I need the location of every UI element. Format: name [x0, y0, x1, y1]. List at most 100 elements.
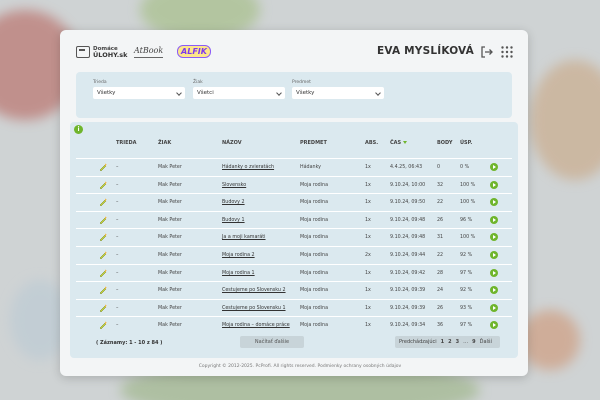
cell-nazov-link[interactable]: Slovensko: [222, 183, 246, 188]
alfik-logo[interactable]: ALFIK: [177, 41, 211, 61]
play-icon[interactable]: [490, 233, 498, 242]
ziak-select[interactable]: Všetci: [193, 87, 285, 99]
play-icon[interactable]: [490, 163, 498, 171]
cell-cas: 9.10.24, 09:39: [390, 288, 426, 294]
table-row[interactable]: – Mak Peter Cestujeme po Slovensku 1 Moja r…: [76, 298, 512, 317]
table-row[interactable]: – Mak Peter Budovy 2 Moja rodina 1x 9.10.24, …: [76, 193, 512, 211]
cell-predmet: Moja rodina: [300, 200, 329, 206]
pencil-star-icon: [99, 286, 107, 295]
pagination-next[interactable]: Ďalší: [480, 339, 492, 345]
cell-trieda: –: [116, 200, 119, 206]
col-cas[interactable]: ČAS: [390, 140, 408, 146]
cell-trieda: –: [116, 235, 119, 241]
main-panel: Domáce ÚLOHY.sk AtBook ALFIK EVA MYSLÍKOV…: [60, 30, 528, 376]
table-row[interactable]: – Mak Peter Slovensko Moja rodina 1x 9.10.24,…: [76, 175, 512, 194]
play-icon[interactable]: [490, 303, 498, 312]
trieda-select[interactable]: Všetky: [93, 87, 185, 99]
page-3[interactable]: 3: [456, 339, 459, 345]
cell-ziak: Mak Peter: [158, 217, 182, 223]
predmet-select[interactable]: Všetky: [292, 87, 384, 99]
cell-body: 26: [437, 305, 444, 311]
cell-ziak: Mak Peter: [158, 323, 182, 329]
cell-usp: 96 %: [460, 217, 473, 223]
cell-predmet: Moja rodina: [300, 253, 329, 258]
table-row[interactable]: – Mak Peter Budovy 1 Moja rodina 1x 9.10.24, …: [76, 210, 512, 229]
table-row[interactable]: – Mak Peter Moja rodina 1 Moja rodina 1x 9.10…: [76, 263, 512, 282]
table-row[interactable]: – Mak Peter Cestujeme po Slovensku 2 Moja r…: [76, 281, 512, 299]
cell-nazov-link[interactable]: Cestujeme po Slovensku 2: [222, 288, 286, 293]
play-icon[interactable]: [490, 198, 498, 207]
domace-ulohy-logo[interactable]: Domáce ÚLOHY.sk: [76, 42, 127, 62]
cell-nazov-link[interactable]: Budovy 1: [222, 218, 245, 223]
col-predmet[interactable]: PREDMET: [300, 140, 327, 146]
cell-usp: 93 %: [460, 305, 473, 311]
cell-nazov-link[interactable]: Budovy 2: [222, 200, 245, 205]
load-more-button[interactable]: Načítať ďalšie: [240, 336, 304, 348]
page-2[interactable]: 2: [448, 339, 451, 345]
cell-abs: 1x: [365, 165, 371, 170]
info-icon[interactable]: i: [74, 125, 83, 134]
cell-cas: 9.10.24, 09:34: [390, 323, 426, 329]
filter-predmet: Predmet Všetky: [292, 80, 384, 99]
top-bar: Domáce ÚLOHY.sk AtBook ALFIK EVA MYSLÍKOV…: [74, 42, 514, 66]
col-ziak[interactable]: ŽIAK: [158, 140, 171, 146]
cell-trieda: –: [116, 217, 119, 223]
cell-ziak: Mak Peter: [158, 182, 182, 188]
chevron-down-icon: [375, 90, 381, 96]
pagination: Predchádzajúci 1 2 3 … 9 Ďalší: [395, 336, 500, 348]
logout-icon[interactable]: [480, 45, 494, 59]
cell-abs: 2x: [365, 253, 371, 258]
cell-nazov-link[interactable]: Moja rodina – domáce práce: [222, 323, 290, 328]
sort-desc-icon: [403, 141, 408, 144]
cell-predmet: Moja rodina: [300, 305, 329, 311]
cell-body: 36: [437, 323, 444, 329]
play-icon[interactable]: [490, 180, 498, 189]
cell-abs: 1x: [365, 270, 371, 276]
cell-body: 22: [437, 253, 444, 258]
cell-abs: 1x: [365, 305, 371, 311]
cell-cas: 9.10.24, 09:39: [390, 305, 426, 311]
filters-bar: Trieda Všetky Žiak Všetci Predmet Všetky: [76, 72, 512, 118]
cell-predmet: Moja rodina: [300, 270, 329, 276]
table-row[interactable]: – Mak Peter Moja rodina 2 Moja rodina 2x 9.10…: [76, 246, 512, 264]
chevron-down-icon: [276, 90, 282, 96]
cell-nazov-link[interactable]: Hádanky o zvieratách: [222, 165, 274, 170]
cell-nazov-link[interactable]: Moja rodina 1: [222, 271, 255, 276]
play-icon[interactable]: [490, 268, 498, 277]
page-9[interactable]: 9: [472, 339, 475, 345]
cell-ziak: Mak Peter: [158, 288, 182, 294]
col-nazov[interactable]: NÁZOV: [222, 140, 242, 146]
pencil-star-icon: [99, 251, 107, 260]
cell-nazov-link[interactable]: Cestujeme po Slovensku 1: [222, 306, 286, 311]
cell-nazov-link[interactable]: Ja a moji kamaráti: [222, 235, 266, 240]
atbook-logo[interactable]: AtBook: [134, 44, 164, 58]
records-count: ( Záznamy: 1 - 10 z 84 ): [96, 340, 163, 346]
play-icon[interactable]: [490, 215, 498, 224]
pagination-prev[interactable]: Predchádzajúci: [399, 339, 437, 345]
play-icon[interactable]: [490, 251, 498, 259]
col-abs[interactable]: ABS.: [365, 140, 378, 146]
cell-usp: 100 %: [460, 200, 476, 206]
cell-abs: 1x: [365, 217, 371, 223]
cell-predmet: Moja rodina: [300, 288, 329, 294]
pencil-star-icon: [99, 215, 107, 225]
play-icon[interactable]: [490, 321, 498, 330]
cell-cas: 4.4.25, 06:43: [390, 165, 423, 170]
table-row[interactable]: – Mak Peter Hádanky o zvieratách Hádanky 1x 4…: [76, 158, 512, 176]
col-body[interactable]: BODY: [437, 140, 452, 146]
table-row[interactable]: – Mak Peter Ja a moji kamaráti Moja rodina 1…: [76, 228, 512, 246]
pencil-star-icon: [99, 198, 107, 207]
col-usp[interactable]: ÚSP.: [460, 140, 472, 146]
page-ellipsis: …: [463, 339, 469, 345]
table-row[interactable]: – Mak Peter Moja rodina – domáce práce Moja…: [76, 316, 512, 334]
cell-nazov-link[interactable]: Moja rodina 2: [222, 253, 255, 258]
book-icon: [76, 46, 90, 58]
page-1[interactable]: 1: [441, 339, 444, 345]
play-icon[interactable]: [490, 286, 498, 295]
cell-ziak: Mak Peter: [158, 165, 182, 170]
apps-grid-icon[interactable]: [500, 45, 514, 59]
cell-abs: 1x: [365, 323, 371, 329]
table-header: TRIEDA ŽIAK NÁZOV PREDMET ABS. ČAS BODY …: [70, 136, 518, 150]
cell-cas: 9.10.24, 09:42: [390, 270, 426, 276]
col-trieda[interactable]: TRIEDA: [116, 140, 137, 146]
